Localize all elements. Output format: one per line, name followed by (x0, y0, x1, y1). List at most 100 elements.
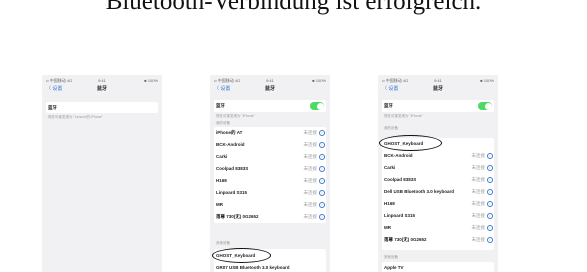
device-row[interactable]: Coolpad 8383S 未连接 i (214, 164, 326, 173)
device-status: 未连接 (471, 165, 486, 170)
info-icon[interactable]: i (319, 201, 325, 208)
bluetooth-label: 蓝牙 (384, 103, 393, 108)
info-icon[interactable]: i (487, 164, 493, 171)
device-status: 未连接 (471, 237, 486, 242)
info-icon[interactable]: i (487, 212, 493, 219)
battery-indicator: ■ 100% (144, 78, 158, 83)
device-name: Linpoard S315 (384, 213, 416, 218)
status-bar: •• 中国移动 4G 9:41 ■ 100% (46, 78, 158, 84)
device-row[interactable]: Dell USB Bluetooth 3.0 keyboard 未连接 i (382, 187, 494, 196)
my-devices-header: 我的设备 (384, 126, 398, 130)
device-status: 未连接 (471, 189, 486, 194)
device-name: MR (384, 225, 391, 230)
info-icon[interactable]: i (487, 224, 493, 231)
device-name: H168 (384, 201, 395, 206)
device-status: 未连接 (303, 202, 318, 207)
device-row[interactable]: Coolpad 8383S 未连接 i (382, 175, 494, 184)
device-status: 未连接 (471, 153, 486, 158)
nav-bar: 〈 设置 蓝牙 (46, 85, 158, 93)
device-status: 未连接 (471, 177, 486, 182)
bluetooth-label: 蓝牙 (48, 105, 57, 110)
device-name: Carki (384, 165, 396, 170)
bluetooth-description: 现在可被发现为 "iPhone" (216, 114, 255, 118)
page-heading: Bluetooth-Verbindung ist erfolgreich. (105, 0, 482, 15)
device-row[interactable]: iPhone的 AT 未连接 i (214, 128, 326, 137)
bluetooth-toggle[interactable] (310, 102, 324, 110)
device-name: Apple TV (384, 265, 404, 270)
device-status: 未连接 (471, 213, 486, 218)
device-row[interactable]: BCK-Android 未连接 i (382, 151, 494, 160)
device-status: 未连接 (303, 214, 318, 219)
device-row[interactable]: 落尊 730(无) 0G2652 未连接 i (382, 235, 494, 244)
battery-indicator: ■ 100% (312, 78, 326, 83)
device-name: Coolpad 8383S (384, 177, 417, 182)
device-name: BCK-Android (384, 153, 413, 158)
other-device-row[interactable]: Apple TV (382, 263, 494, 272)
status-bar: •• 中国移动 4G 9:41 ■ 100% (214, 78, 326, 84)
device-name: H168 (216, 178, 227, 183)
device-row[interactable]: H168 未连接 i (214, 176, 326, 185)
other-devices-header: 其他设备 (384, 255, 398, 259)
device-row[interactable]: Linpoard S315 未连接 i (214, 188, 326, 197)
device-status: 未连接 (303, 178, 318, 183)
info-icon[interactable]: i (319, 213, 325, 220)
bluetooth-toggle[interactable] (478, 102, 492, 110)
info-icon[interactable]: i (487, 188, 493, 195)
device-name: 落尊 730(无) 0G2652 (384, 237, 427, 242)
device-status: 未连接 (471, 225, 486, 230)
clock: 9:41 (434, 78, 442, 83)
info-icon[interactable]: i (319, 165, 325, 172)
info-icon[interactable]: i (319, 189, 325, 196)
info-icon[interactable]: i (319, 153, 325, 160)
info-icon[interactable]: i (487, 236, 493, 243)
device-row[interactable]: MR 未连接 i (382, 223, 494, 232)
info-icon[interactable]: i (487, 152, 493, 159)
device-row[interactable]: Carki 未连接 i (382, 163, 494, 172)
highlight-ellipse (379, 135, 442, 151)
device-status: 未连接 (303, 166, 318, 171)
nav-bar: 〈 设置 蓝牙 (214, 85, 326, 93)
device-name: Dell USB Bluetooth 3.0 keyboard (384, 189, 455, 194)
info-icon[interactable]: i (319, 177, 325, 184)
device-name: MR (216, 202, 223, 207)
device-row[interactable]: 落尊 730(无) 0G2652 未连接 i (214, 212, 326, 221)
device-name: Carki (216, 154, 228, 159)
device-row[interactable]: H168 未连接 i (382, 199, 494, 208)
info-icon[interactable]: i (487, 176, 493, 183)
device-row[interactable]: BCK-Android 未连接 i (214, 140, 326, 149)
bluetooth-label: 蓝牙 (216, 103, 225, 108)
nav-title: 蓝牙 (264, 86, 275, 92)
device-name: 落尊 730(无) 0G2652 (216, 214, 259, 219)
device-name: Coolpad 8383S (216, 166, 249, 171)
bluetooth-description: 现在可被发现为 "iPhone" (384, 114, 423, 118)
device-status: 未连接 (471, 201, 486, 206)
nav-title: 蓝牙 (96, 86, 107, 92)
info-icon[interactable]: i (319, 141, 325, 148)
device-name: iPhone的 AT (216, 130, 243, 135)
status-bar: •• 中国移动 4G 9:41 ■ 100% (382, 78, 494, 84)
bluetooth-description: 现在可被发现为 "Lenovo的 iPhone" (48, 115, 103, 119)
device-status: 未连接 (303, 130, 318, 135)
phone-screen-1: •• 中国移动 4G 9:41 ■ 100% 〈 设置 蓝牙 蓝牙 现在可被发现… (42, 75, 162, 272)
clock: 9:41 (98, 78, 106, 83)
device-name: BCK-Android (216, 142, 245, 147)
phone-screen-3: •• 中国移动 4G 9:41 ■ 100% 〈 设置 蓝牙 蓝牙 现在可被发现… (378, 75, 498, 272)
device-name: GR07 USB Bluetooth 3.0 keyboard (216, 265, 290, 270)
battery-indicator: ■ 100% (480, 78, 494, 83)
clock: 9:41 (266, 78, 274, 83)
bluetooth-row[interactable]: 蓝牙 (46, 103, 158, 112)
device-status: 未连接 (303, 154, 318, 159)
my-devices-header: 我的设备 (216, 121, 230, 125)
other-devices-header: 其他设备 (216, 241, 230, 245)
device-row[interactable]: MR 未连接 i (214, 200, 326, 209)
device-status: 未连接 (303, 190, 318, 195)
other-device-row[interactable]: GR07 USB Bluetooth 3.0 keyboard (214, 263, 326, 272)
nav-title: 蓝牙 (432, 86, 443, 92)
device-row[interactable]: Linpoard S315 未连接 i (382, 211, 494, 220)
info-icon[interactable]: i (319, 129, 325, 136)
phone-screen-2: •• 中国移动 4G 9:41 ■ 100% 〈 设置 蓝牙 蓝牙 现在可被发现… (210, 75, 330, 272)
device-row[interactable]: Carki 未连接 i (214, 152, 326, 161)
info-icon[interactable]: i (487, 200, 493, 207)
device-name: Linpoard S315 (216, 190, 248, 195)
device-status: 未连接 (303, 142, 318, 147)
